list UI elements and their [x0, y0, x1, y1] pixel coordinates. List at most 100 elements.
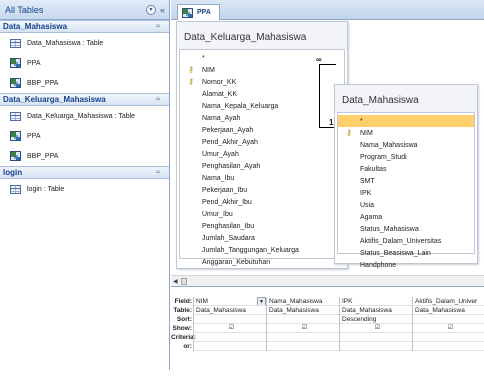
grid-show-cell[interactable]: ☑	[194, 324, 266, 333]
field-item[interactable]: Handphone	[338, 259, 474, 271]
field-name: Jumlah_Tanggungan_Keluarga	[202, 246, 299, 254]
field-list-data-mahasiswa[interactable]: Data_Mahasiswa * ⚷ NIM Nama_Mahasiswa Progra…	[334, 84, 478, 269]
field-name: Pekerjaan_Ibu	[202, 186, 248, 194]
grid-table-cell[interactable]: Data_Mahasiswa	[194, 306, 266, 315]
nav-item-data-keluarga-table[interactable]: Data_Keluarga_Mahasiswa : Table	[0, 106, 169, 126]
field-item[interactable]: Nama_Ibu	[180, 172, 344, 184]
double-chevron-up-icon[interactable]: ≈	[156, 96, 160, 103]
field-item[interactable]: Fakultas	[338, 163, 474, 175]
grid-field-cell[interactable]: Nama_Mahasiswa	[267, 297, 339, 306]
grid-criteria-cell[interactable]	[340, 333, 412, 342]
field-item[interactable]: Pekerjaan_Ibu	[180, 184, 344, 196]
field-item[interactable]: SMT	[338, 175, 474, 187]
field-item[interactable]: Penghasilan_Ibu	[180, 220, 344, 232]
grid-table-cell[interactable]: Data_Mahasiswa	[413, 306, 484, 315]
grid-criteria-cell[interactable]	[413, 333, 484, 342]
nav-pane-header[interactable]: All Tables ▾ «	[0, 0, 169, 20]
relationship-line	[319, 64, 320, 127]
nav-item-login-table[interactable]: login : Table	[0, 179, 169, 199]
query-design-surface[interactable]: Data_Keluarga_Mahasiswa * ⚷ NIM ⚷ Nomor_KK Al…	[171, 21, 484, 275]
show-checkbox[interactable]: ☑	[374, 325, 381, 332]
field-name: Nama_Ibu	[202, 174, 235, 182]
show-checkbox[interactable]: ☑	[301, 325, 308, 332]
field-item[interactable]: Agama	[338, 211, 474, 223]
field-item[interactable]: Penghasilan_Ayah	[180, 160, 344, 172]
field-name: *	[360, 117, 363, 125]
grid-show-cell[interactable]: ☑	[267, 324, 339, 333]
field-name: Umur_Ibu	[202, 210, 233, 218]
field-item[interactable]: Umur_Ibu	[180, 208, 344, 220]
relationship-one-marker: 1	[329, 118, 334, 127]
field-item[interactable]: Anggaran_Kebutuhan	[180, 256, 344, 268]
grid-field-cell[interactable]: NIM ▼	[194, 297, 266, 306]
grid-sort-cell[interactable]: Descending	[340, 315, 412, 324]
show-checkbox[interactable]: ☑	[228, 325, 235, 332]
chevron-down-icon[interactable]: ▾	[145, 4, 156, 15]
nav-item-ppa-query[interactable]: PPA	[0, 53, 169, 73]
field-item[interactable]: Pend_Akhir_Ayah	[180, 136, 344, 148]
grid-or-cell[interactable]	[267, 342, 339, 351]
field-name: Usia	[360, 201, 375, 209]
tab-ppa[interactable]: PPA	[177, 4, 220, 20]
field-item[interactable]: IPK	[338, 187, 474, 199]
nav-item-ppa-query[interactable]: PPA	[0, 126, 169, 146]
field-item[interactable]: Nama_Mahasiswa	[338, 139, 474, 151]
double-chevron-up-icon[interactable]: ≈	[156, 169, 160, 176]
chevron-down-icon[interactable]: ▼	[257, 297, 266, 305]
grid-column: Aktifis_Dalam_Univer Data_Mahasiswa ☑	[412, 297, 484, 351]
nav-item-bbp-ppa-query[interactable]: BBP_PPA	[0, 146, 169, 166]
double-chevron-left-icon[interactable]: «	[160, 5, 165, 15]
grid-criteria-cell[interactable]	[267, 333, 339, 342]
table-icon	[10, 184, 21, 194]
field-name: IPK	[360, 189, 372, 197]
navigation-pane: All Tables ▾ « Data_Mahasiswa ≈ Data_Mah…	[0, 0, 170, 370]
field-item[interactable]: Jumlah_Saudara	[180, 232, 344, 244]
field-item[interactable]: Jumlah_Tanggungan_Keluarga	[180, 244, 344, 256]
query-icon	[182, 7, 193, 18]
field-list-title[interactable]: Data_Keluarga_Mahasiswa	[177, 22, 347, 49]
field-item[interactable]: Usia	[338, 199, 474, 211]
grid-or-cell[interactable]	[340, 342, 412, 351]
primary-key-icon: ⚷	[346, 128, 352, 137]
nav-group-login[interactable]: login ≈	[0, 166, 169, 179]
horizontal-scrollbar[interactable]: ◀	[171, 275, 484, 287]
grid-sort-cell[interactable]	[267, 315, 339, 324]
grid-row-labels: Field: Table: Sort: Show: Criteria: or:	[171, 298, 196, 350]
nav-group-data-keluarga-mahasiswa[interactable]: Data_Keluarga_Mahasiswa ≈	[0, 93, 169, 106]
grid-field-cell-value: Aktifis_Dalam_Univer	[415, 298, 478, 305]
field-name: *	[202, 54, 205, 62]
grid-show-cell[interactable]: ☑	[413, 324, 484, 333]
grid-criteria-cell[interactable]	[194, 333, 266, 342]
grid-field-cell-value: NIM	[196, 298, 208, 305]
grid-field-cell[interactable]: IPK	[340, 297, 412, 306]
show-checkbox[interactable]: ☑	[447, 325, 454, 332]
grid-table-cell[interactable]: Data_Mahasiswa	[340, 306, 412, 315]
grid-table-cell[interactable]: Data_Mahasiswa	[267, 306, 339, 315]
field-item[interactable]: Status_Mahasiswa	[338, 223, 474, 235]
field-item[interactable]: Program_Studi	[338, 151, 474, 163]
field-item[interactable]: Aktifis_Dalam_Universitas	[338, 235, 474, 247]
double-chevron-up-icon[interactable]: ≈	[156, 23, 160, 30]
field-name: Pend_Akhir_Ibu	[202, 198, 252, 206]
field-item[interactable]: ⚷ NIM	[338, 127, 474, 139]
field-list-body: * ⚷ NIM Nama_Mahasiswa Program_Studi Fakultas…	[337, 112, 475, 269]
nav-item-data-mahasiswa-table[interactable]: Data_Mahasiswa : Table	[0, 33, 169, 53]
grid-field-cell[interactable]: Aktifis_Dalam_Univer	[413, 297, 484, 306]
grid-sort-cell[interactable]	[194, 315, 266, 324]
field-item[interactable]: Status_Beasiswa_Lain	[338, 247, 474, 259]
query-icon	[10, 78, 21, 88]
field-list-data-keluarga-mahasiswa[interactable]: Data_Keluarga_Mahasiswa * ⚷ NIM ⚷ Nomor_KK Al…	[176, 21, 348, 269]
grid-show-cell[interactable]: ☑	[340, 324, 412, 333]
scroll-thumb[interactable]	[181, 278, 187, 285]
grid-table-cell-value: Data_Mahasiswa	[196, 307, 246, 314]
field-item[interactable]: Pend_Akhir_Ibu	[180, 196, 344, 208]
grid-or-cell[interactable]	[413, 342, 484, 351]
scroll-left-icon[interactable]: ◀	[173, 278, 178, 285]
grid-sort-cell[interactable]	[413, 315, 484, 324]
nav-item-bbp-ppa-query[interactable]: BBP_PPA	[0, 73, 169, 93]
field-item[interactable]: *	[338, 115, 474, 127]
field-item[interactable]: Umur_Ayah	[180, 148, 344, 160]
grid-or-cell[interactable]	[194, 342, 266, 351]
field-list-title[interactable]: Data_Mahasiswa	[335, 85, 477, 112]
nav-group-data-mahasiswa[interactable]: Data_Mahasiswa ≈	[0, 20, 169, 33]
